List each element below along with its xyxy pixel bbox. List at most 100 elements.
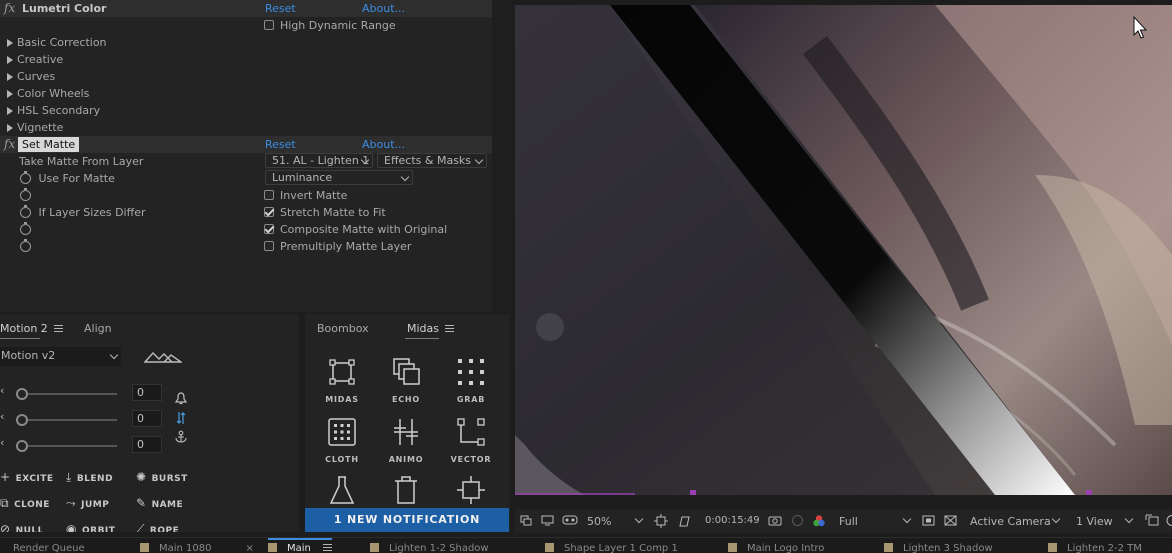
motion-button-null[interactable]: ⊘ NULL	[0, 522, 44, 532]
slider-knob-1[interactable]	[16, 388, 28, 400]
tab-boombox[interactable]: Boombox	[317, 322, 369, 335]
set-matte-about-link[interactable]: About...	[362, 136, 405, 153]
mountains-icon[interactable]	[144, 350, 182, 364]
composite-matte-row[interactable]: Composite Matte with Original	[264, 221, 447, 238]
snapshot-layers-icon[interactable]	[520, 515, 532, 526]
comp-tab[interactable]: Lighten 2-2 TM	[1048, 543, 1142, 553]
monitor-icon[interactable]	[541, 515, 554, 526]
comp-tab[interactable]: Main 1080 ×	[140, 543, 254, 553]
tool-animo[interactable]: ANIMO	[373, 416, 439, 464]
tool-echo[interactable]: ECHO	[373, 356, 439, 404]
expand-triangle-icon[interactable]	[7, 107, 13, 115]
stopwatch-icon[interactable]	[20, 171, 31, 184]
camera-snapshot-icon[interactable]	[768, 515, 782, 526]
tab-align[interactable]: Align	[84, 322, 112, 335]
comp-tab[interactable]: Render Queue	[0, 543, 85, 553]
invert-matte-row[interactable]: Invert Matte	[264, 187, 347, 204]
crosshair-frame-icon[interactable]	[455, 474, 487, 506]
trash-icon[interactable]	[390, 474, 422, 506]
motion-button-rope[interactable]: ⟋ ROPE	[136, 522, 179, 532]
motion-button-clone[interactable]: ⧉ CLONE	[0, 496, 50, 511]
comp-tab[interactable]: Shape Layer 1 Comp 1	[545, 543, 678, 553]
value-field-1[interactable]: 0	[132, 384, 162, 401]
stopwatch-icon[interactable]	[20, 239, 31, 252]
timecode[interactable]: 0:00:15:49	[705, 515, 760, 526]
preset-dropdown[interactable]: Motion v2	[0, 347, 121, 366]
region-of-interest-icon[interactable]	[922, 515, 935, 526]
composite-matte-checkbox[interactable]	[264, 224, 274, 234]
comp-tab[interactable]: Lighten 1-2 Shadow	[370, 543, 489, 553]
vr-goggles-icon[interactable]	[562, 515, 578, 526]
expand-triangle-icon[interactable]	[7, 56, 13, 64]
motion-button-blend[interactable]: ⤓ BLEND	[66, 470, 113, 485]
expand-triangle-icon[interactable]	[7, 124, 13, 132]
lumetri-section[interactable]: Color Wheels	[7, 85, 89, 102]
motion-button-jump[interactable]: ⤳ JUMP	[66, 496, 109, 511]
hdr-checkbox-row[interactable]: High Dynamic Range	[264, 17, 396, 34]
slider-track-2[interactable]	[22, 419, 117, 421]
slider-knob-3[interactable]	[16, 440, 28, 452]
slider-track-1[interactable]	[22, 393, 117, 395]
lumetri-about-link[interactable]: About...	[362, 0, 405, 17]
resolution-dropdown-chevron-icon[interactable]	[902, 514, 912, 524]
set-matte-title[interactable]: Set Matte	[18, 137, 80, 152]
layer-dropdown[interactable]: 51. AL - Lighten 1	[265, 153, 373, 168]
lumetri-section[interactable]: Creative	[7, 51, 63, 68]
flask-icon[interactable]	[326, 474, 358, 506]
stopwatch-icon[interactable]	[20, 222, 31, 235]
composition-viewer[interactable]	[515, 5, 1172, 495]
slider-knob-2[interactable]	[16, 414, 28, 426]
stretch-matte-checkbox[interactable]	[264, 207, 274, 217]
bell-icon[interactable]	[175, 392, 187, 406]
close-icon[interactable]: ×	[246, 543, 254, 553]
reset-exposure-icon[interactable]	[1164, 514, 1172, 527]
lumetri-section[interactable]: Basic Correction	[7, 34, 107, 51]
tool-grab[interactable]: GRAB	[438, 356, 504, 404]
motion-button-excite[interactable]: + EXCITE	[0, 470, 54, 484]
expand-triangle-icon[interactable]	[7, 73, 13, 81]
lumetri-reset-link[interactable]: Reset	[265, 0, 296, 17]
lumetri-section[interactable]: HSL Secondary	[7, 102, 100, 119]
motion-button-name[interactable]: ✎ NAME	[136, 496, 183, 510]
premultiply-checkbox[interactable]	[264, 241, 274, 251]
expand-triangle-icon[interactable]	[7, 39, 13, 47]
zoom-dropdown-chevron-icon[interactable]	[634, 514, 644, 524]
view-layout-icon[interactable]	[1145, 514, 1159, 527]
fit-region-icon[interactable]	[654, 514, 668, 528]
tab-midas[interactable]: Midas	[407, 322, 455, 335]
lumetri-section[interactable]: Vignette	[7, 119, 63, 136]
comp-tab[interactable]: Main	[268, 538, 332, 553]
notification-banner[interactable]: 1 NEW NOTIFICATION	[305, 508, 509, 532]
invert-matte-checkbox[interactable]	[264, 190, 274, 200]
camera-dropdown-chevron-icon[interactable]	[1051, 514, 1061, 524]
fx-toggle[interactable]: fx	[4, 136, 15, 153]
tool-vector[interactable]: VECTOR	[438, 416, 504, 464]
value-field-3[interactable]: 0	[132, 436, 162, 453]
stretch-matte-row[interactable]: Stretch Matte to Fit	[264, 204, 386, 221]
tab-motion[interactable]: Motion 2	[0, 322, 63, 335]
scrollbar-track[interactable]	[492, 0, 511, 312]
expand-triangle-icon[interactable]	[7, 90, 13, 98]
comp-tab[interactable]: Lighten 3 Shadow	[884, 543, 993, 553]
motion-button-burst[interactable]: ✺ BURST	[136, 470, 188, 484]
show-snapshot-icon[interactable]	[791, 514, 804, 527]
menu-icon[interactable]	[322, 544, 332, 551]
effects-masks-dropdown[interactable]: Effects & Masks	[377, 153, 487, 168]
set-matte-reset-link[interactable]: Reset	[265, 136, 296, 153]
set-matte-header[interactable]: fx Set Matte Reset About...	[0, 136, 492, 153]
hdr-checkbox[interactable]	[264, 20, 274, 30]
fx-toggle[interactable]: fx	[4, 0, 15, 17]
lumetri-section[interactable]: Curves	[7, 68, 55, 85]
stopwatch-icon[interactable]	[20, 188, 31, 201]
menu-icon[interactable]	[53, 325, 63, 332]
tool-cloth[interactable]: CLOTH	[309, 416, 375, 464]
menu-icon[interactable]	[445, 325, 455, 332]
value-field-2[interactable]: 0	[132, 410, 162, 427]
transparency-grid-icon[interactable]	[677, 514, 691, 528]
use-for-matte-dropdown[interactable]: Luminance	[265, 170, 413, 185]
motion-button-orbit[interactable]: ◉ ORBIT	[66, 522, 115, 532]
views-dropdown-chevron-icon[interactable]	[1124, 514, 1134, 524]
swap-arrows-icon[interactable]	[176, 411, 186, 425]
anchor-icon[interactable]	[174, 430, 188, 444]
premultiply-row[interactable]: Premultiply Matte Layer	[264, 238, 411, 255]
